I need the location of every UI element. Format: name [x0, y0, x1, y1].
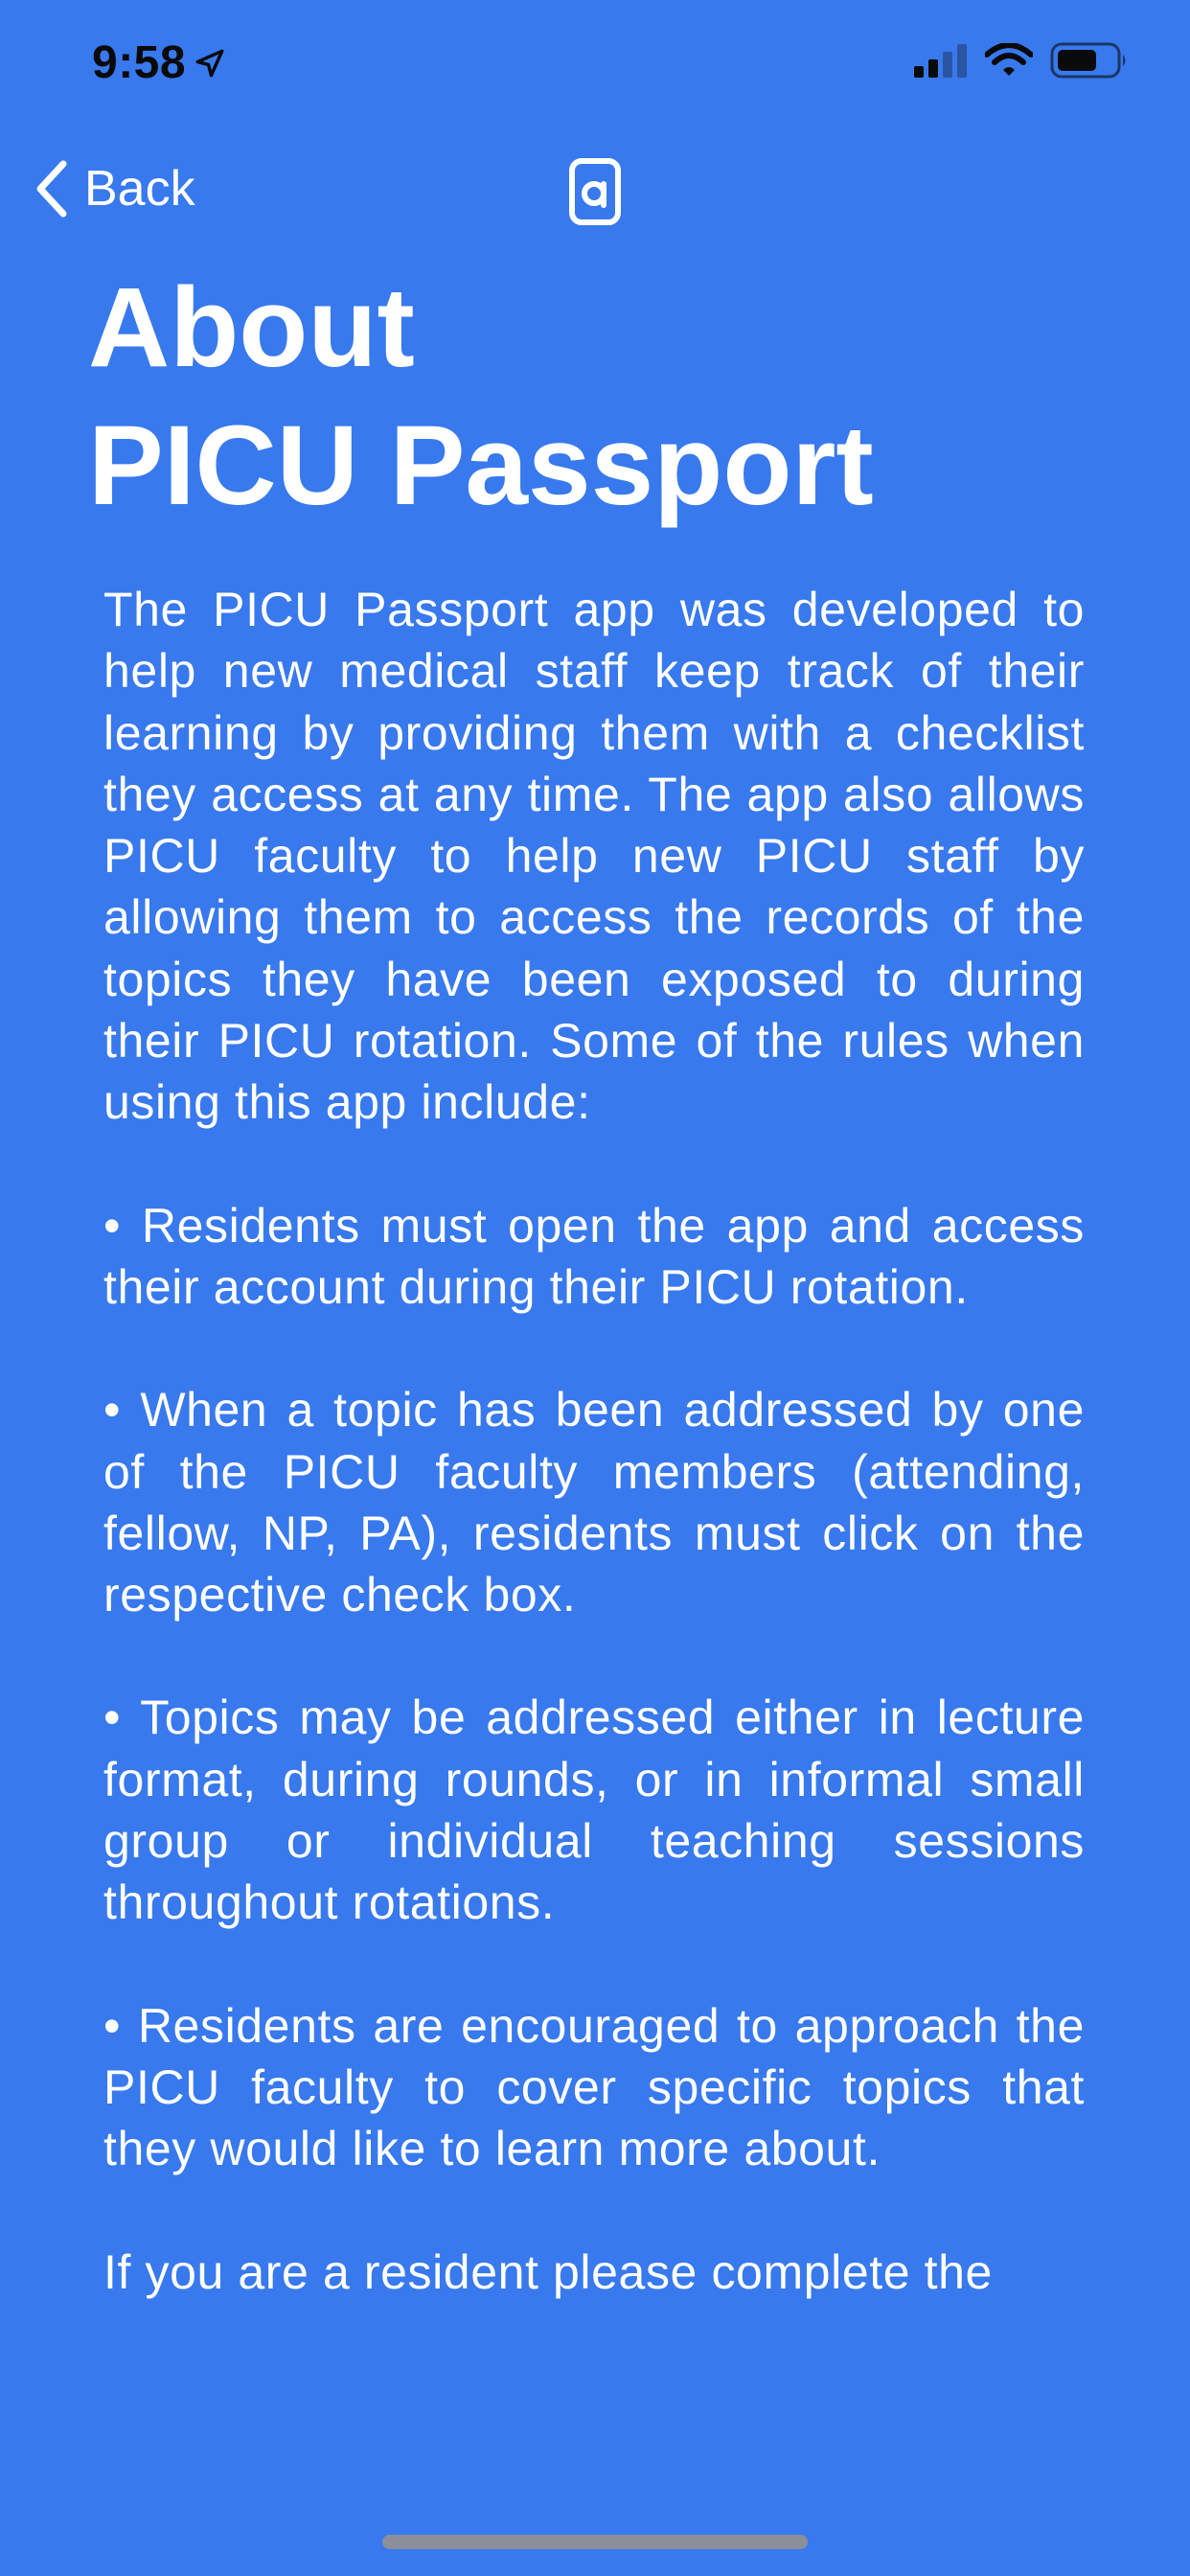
back-label: Back — [84, 161, 195, 217]
battery-icon — [1050, 42, 1126, 79]
cellular-signal-icon — [914, 44, 967, 78]
rule-paragraph-check-box: • When a topic has been addressed by one… — [103, 1383, 1085, 1622]
chevron-left-icon — [36, 160, 67, 218]
intro-paragraph: The PICU Passport app was developed to h… — [103, 583, 1085, 1130]
page-title-line2: PICU Passport — [88, 402, 874, 529]
wifi-icon — [985, 43, 1033, 76]
status-time-label: 9:58 — [92, 37, 187, 88]
back-button[interactable]: Back — [33, 153, 195, 224]
status-icons — [914, 42, 1129, 79]
rule-paragraph-approach-faculty: • Residents are encouraged to approach t… — [103, 1998, 1085, 2176]
app-logo-icon — [569, 158, 621, 225]
page-title: About PICU Passport — [88, 259, 1104, 535]
closing-paragraph: If you are a resident please complete th… — [103, 2244, 993, 2299]
status-time: 9:58 — [92, 36, 226, 89]
page-title-line1: About — [88, 264, 415, 391]
about-content[interactable]: The PICU Passport app was developed to h… — [103, 579, 1085, 2421]
rule-paragraph-open-app: • Residents must open the app and access… — [103, 1198, 1085, 1314]
rule-paragraph-topic-format: • Topics may be addressed either in lect… — [103, 1690, 1085, 1930]
status-bar: 9:58 — [0, 0, 1190, 125]
home-indicator[interactable] — [382, 2535, 808, 2549]
location-arrow-icon — [195, 49, 224, 77]
